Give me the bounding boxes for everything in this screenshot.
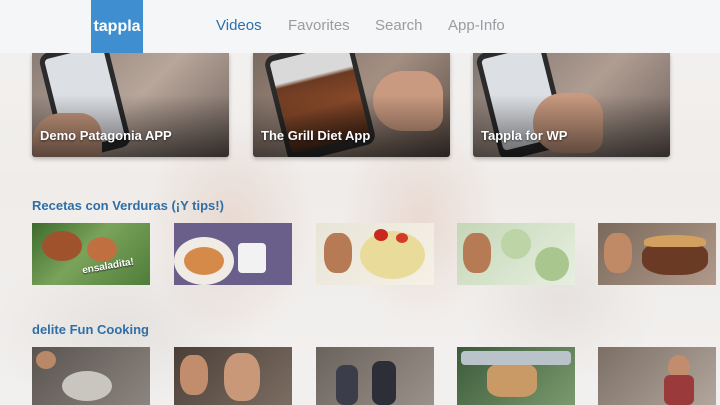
video-thumbnail[interactable] <box>457 347 575 405</box>
video-thumbnail[interactable] <box>174 223 292 285</box>
video-thumbnail[interactable] <box>174 347 292 405</box>
featured-card-title: The Grill Diet App <box>261 128 371 143</box>
video-thumbnail[interactable] <box>32 347 150 405</box>
featured-card-grill-diet[interactable]: The Grill Diet App <box>253 53 450 157</box>
video-thumbnail[interactable]: ensaladita! <box>32 223 150 285</box>
featured-card-tappla-wp[interactable]: Tappla for WP <box>473 53 670 157</box>
tab-app-info[interactable]: App-Info <box>448 17 505 34</box>
tab-videos[interactable]: Videos <box>216 17 262 34</box>
video-thumbnail[interactable] <box>316 347 434 405</box>
featured-card-title: Demo Patagonia APP <box>40 128 172 143</box>
video-thumbnail[interactable] <box>598 223 716 285</box>
app-logo-text: tappla <box>93 17 141 35</box>
video-thumbnail[interactable] <box>598 347 716 405</box>
top-bar: tappla Videos Favorites Search App-Info <box>0 0 720 53</box>
section-title-recetas: Recetas con Verduras (¡Y tips!) <box>32 198 224 213</box>
featured-card-title: Tappla for WP <box>481 128 568 143</box>
tab-favorites[interactable]: Favorites <box>288 17 350 34</box>
app-logo[interactable]: tappla <box>91 0 143 53</box>
video-thumbnail[interactable] <box>316 223 434 285</box>
tab-search[interactable]: Search <box>375 17 423 34</box>
video-thumbnail[interactable] <box>457 223 575 285</box>
featured-card-demo-patagonia[interactable]: Demo Patagonia APP <box>32 53 229 157</box>
section-title-delite: delite Fun Cooking <box>32 322 149 337</box>
